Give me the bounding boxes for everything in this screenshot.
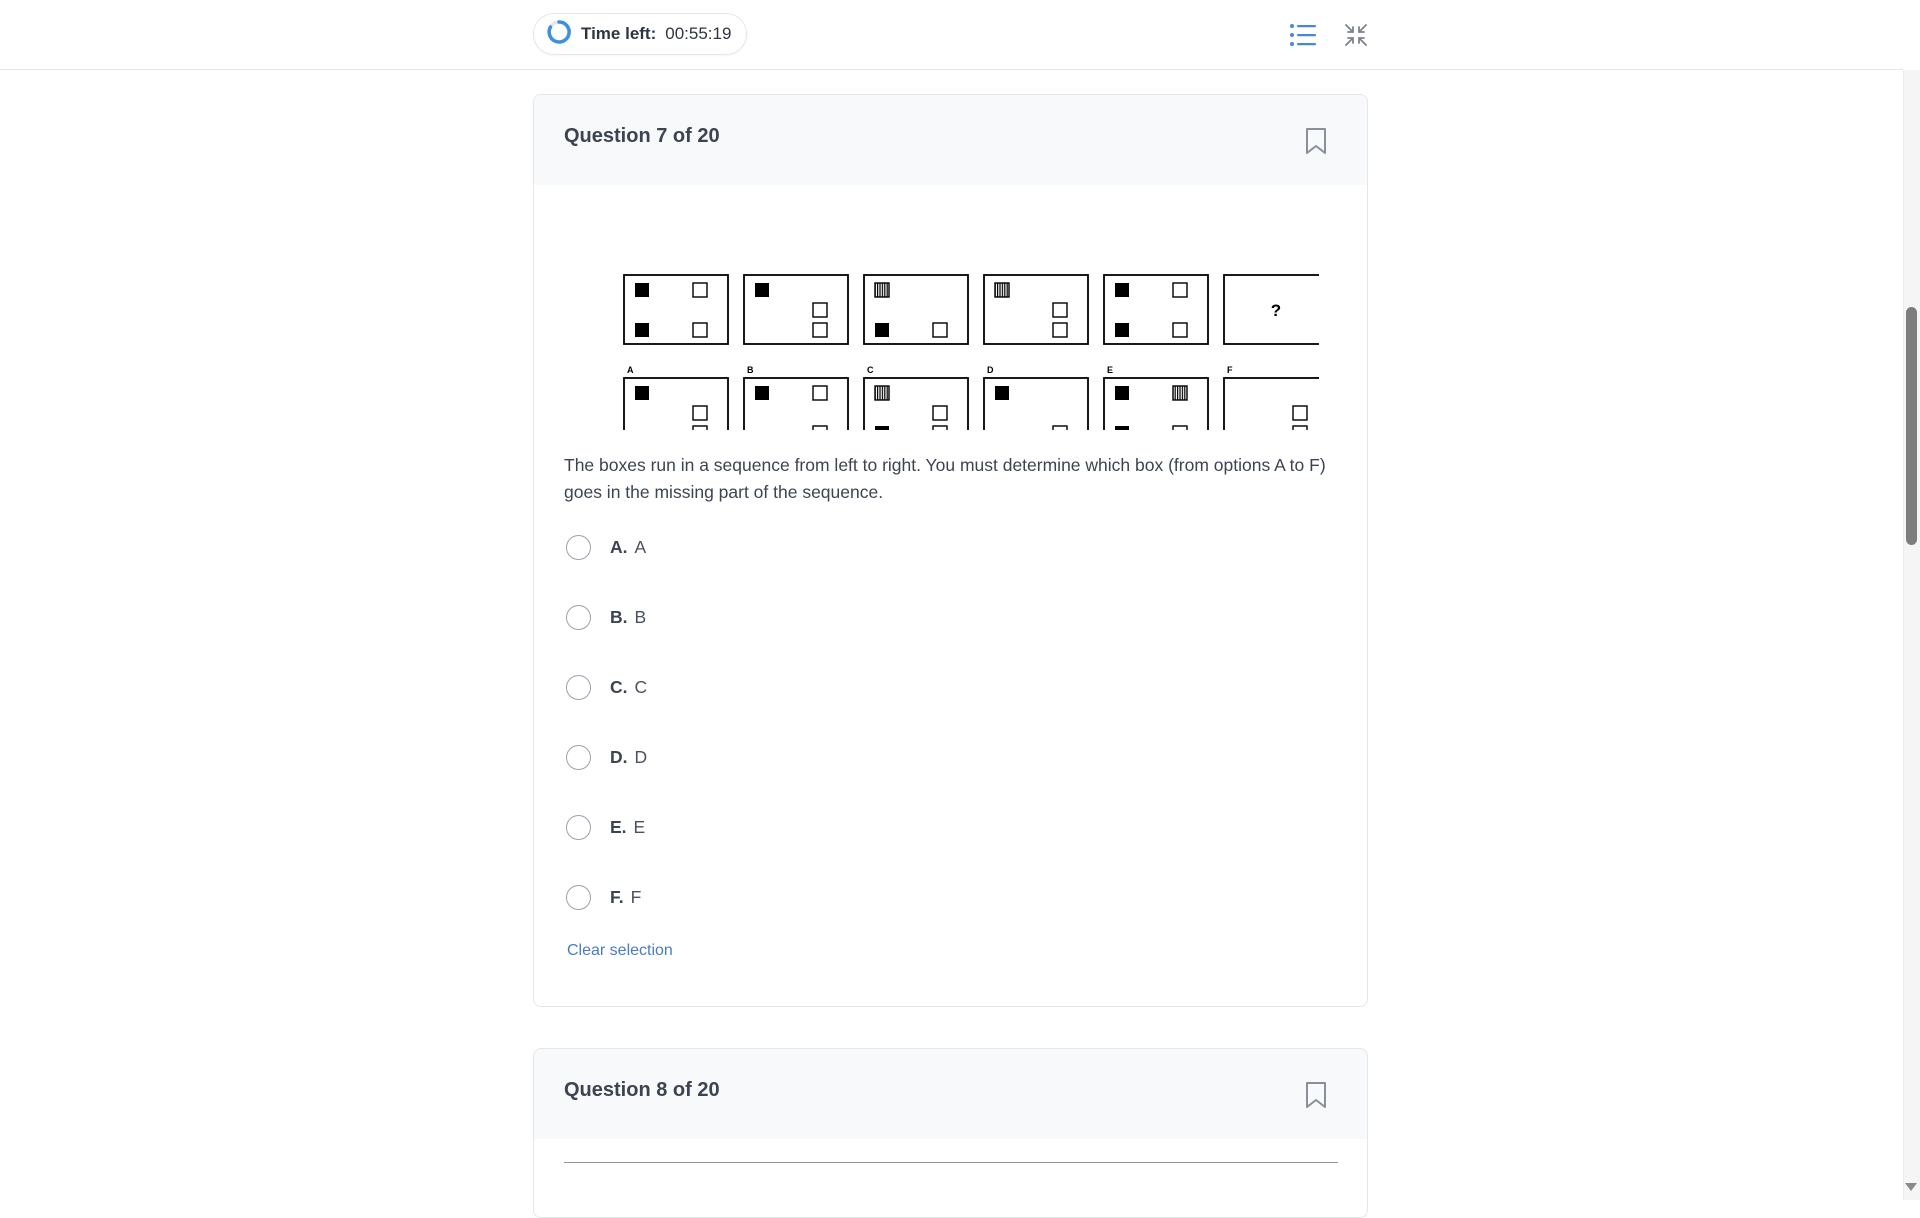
option-text: F (630, 886, 642, 907)
option-label-b: B (747, 365, 754, 375)
question-title: Question 8 of 20 (564, 1079, 720, 1101)
sequence-puzzle-image: ? A B C D E F (589, 235, 1329, 448)
radio-d[interactable] (566, 744, 591, 770)
option-text: D (634, 746, 648, 767)
option-label-a: A (627, 365, 634, 375)
top-bar: Time left: 00:55:19 (0, 0, 1903, 70)
option-label-f: F (1227, 365, 1233, 375)
radio-b[interactable] (566, 604, 591, 630)
timer-badge: Time left: 00:55:19 (533, 13, 748, 55)
bookmark-icon[interactable] (1305, 127, 1327, 160)
missing-mark: ? (1271, 301, 1281, 320)
option-text: C (634, 676, 648, 697)
timer-value: 00:55:19 (665, 24, 732, 43)
sequence-box-2 (743, 274, 849, 345)
option-label-c: C (867, 365, 874, 375)
option-label-d: D (987, 365, 994, 375)
option-e[interactable]: E. E (566, 812, 645, 842)
option-b[interactable]: B. B (566, 602, 646, 632)
option-letter: C. (610, 676, 628, 697)
option-a[interactable]: A. A (566, 532, 646, 562)
option-letter: B. (610, 606, 628, 627)
question-text: The boxes run in a sequence from left to… (564, 455, 1326, 502)
option-letter: F. (610, 886, 624, 907)
radio-c[interactable] (566, 674, 591, 700)
timer-label: Time left: (581, 24, 657, 43)
option-box-b (743, 377, 849, 448)
option-text: B (634, 606, 647, 627)
question-card: Question 7 of 20 ? A B C D E F The boxes… (533, 94, 1368, 1007)
sequence-box-5 (1103, 274, 1209, 345)
scrollbar-thumb[interactable] (1906, 307, 1917, 545)
radio-a[interactable] (566, 534, 591, 560)
sequence-box-3 (863, 274, 969, 345)
option-box-a (623, 377, 729, 448)
scroll-down-arrow[interactable] (1905, 1183, 1917, 1191)
option-label-e: E (1107, 365, 1113, 375)
option-box-f (1223, 377, 1329, 448)
scrollbar-track[interactable] (1903, 70, 1920, 1200)
option-box-c (863, 377, 969, 448)
radio-e[interactable] (566, 814, 591, 840)
question-title: Question 7 of 20 (564, 125, 720, 147)
collapse-icon[interactable] (1341, 20, 1371, 50)
question-header: Question 8 of 20 (534, 1049, 1367, 1139)
sequence-box-missing: ? (1223, 274, 1329, 345)
radio-f[interactable] (566, 884, 591, 910)
list-icon[interactable] (1288, 20, 1318, 50)
option-box-d (983, 377, 1089, 448)
bookmark-icon[interactable] (1305, 1081, 1327, 1114)
option-text: A (634, 536, 647, 557)
divider (564, 1162, 1338, 1163)
option-text: E (633, 816, 646, 837)
option-letter: A. (610, 536, 628, 557)
clear-selection-link[interactable]: Clear selection (567, 942, 673, 960)
option-box-e (1103, 377, 1209, 448)
option-f[interactable]: F. F (566, 882, 641, 912)
spinner-icon (546, 19, 572, 50)
sequence-box-1 (623, 274, 729, 345)
question-header: Question 7 of 20 (534, 95, 1367, 185)
option-c[interactable]: C. C (566, 672, 647, 702)
sequence-box-4 (983, 274, 1089, 345)
option-letter: D. (610, 746, 628, 767)
option-d[interactable]: D. D (566, 742, 647, 772)
option-letter: E. (610, 816, 627, 837)
question-card: Question 8 of 20 (533, 1048, 1368, 1218)
